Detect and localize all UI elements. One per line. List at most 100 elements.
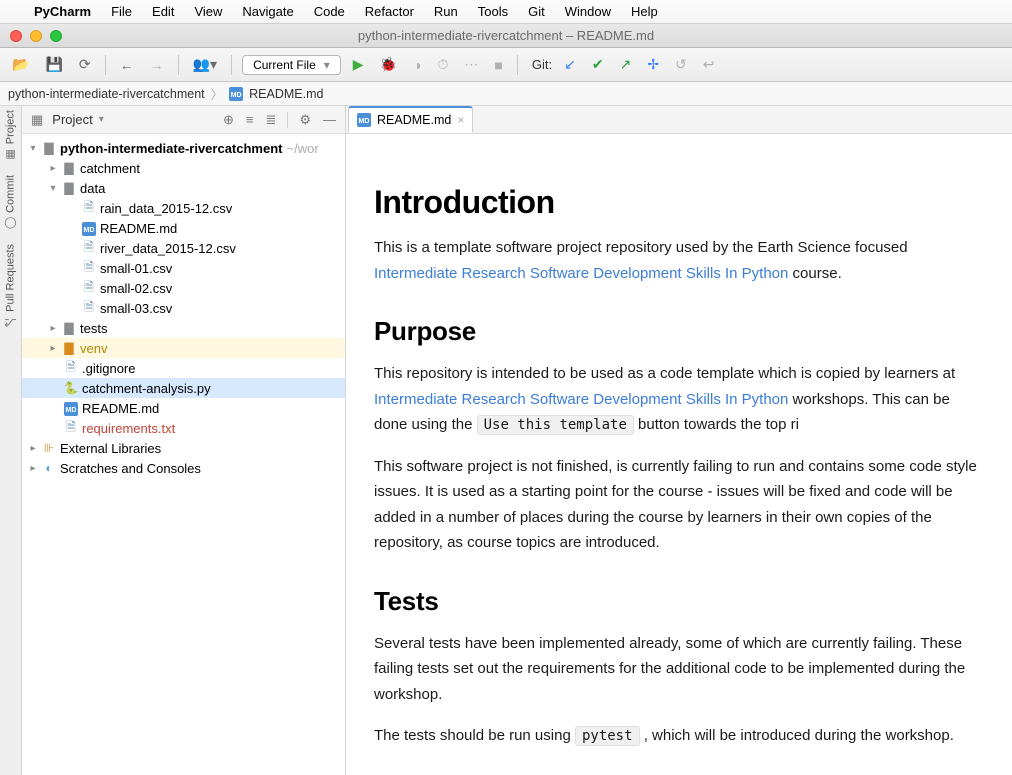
back-icon[interactable]: ←	[116, 55, 138, 75]
chevron-down-icon[interactable]: ▾	[99, 114, 104, 125]
tree-folder-tests[interactable]: ▸▇tests	[22, 318, 345, 338]
heading-tests: Tests	[374, 586, 984, 617]
debug-icon[interactable]: 🐞	[376, 54, 401, 75]
tree-file-readme[interactable]: MDREADME.md	[22, 398, 345, 418]
tree-file[interactable]: 🗎small-02.csv	[22, 278, 345, 298]
coverage-icon[interactable]: ◑	[409, 55, 425, 75]
forward-icon[interactable]: →	[146, 55, 168, 75]
chevron-down-icon[interactable]: ▾	[26, 143, 40, 154]
python-file-icon: 🐍	[62, 381, 80, 395]
collapse-all-icon[interactable]: ≣	[262, 112, 279, 128]
chevron-right-icon[interactable]: ▸	[46, 163, 60, 174]
tool-commit[interactable]: ◯Commit	[4, 175, 17, 230]
minimize-window-icon[interactable]	[30, 30, 42, 42]
file-icon: 🗎	[80, 238, 98, 259]
chevron-right-icon[interactable]: ▸	[46, 323, 60, 334]
run-with-icon[interactable]: 👥▾	[189, 54, 221, 75]
close-window-icon[interactable]	[10, 30, 22, 42]
menu-navigate[interactable]: Navigate	[242, 4, 293, 19]
folder-icon: ▇	[40, 141, 58, 155]
chevron-right-icon[interactable]: ▸	[46, 343, 60, 354]
tree-scratches[interactable]: ▸◐Scratches and Consoles	[22, 458, 345, 478]
git-push-icon[interactable]: ↗	[616, 54, 636, 75]
file-icon: 🗎	[62, 418, 80, 439]
menu-window[interactable]: Window	[565, 4, 611, 19]
run-icon[interactable]: ▶	[349, 54, 368, 75]
project-panel-title[interactable]: Project	[52, 112, 92, 127]
zoom-window-icon[interactable]	[50, 30, 62, 42]
git-label: Git:	[532, 57, 552, 72]
markdown-file-icon: MD	[80, 221, 98, 236]
file-icon: 🗎	[80, 258, 98, 279]
separator	[105, 55, 106, 75]
tool-project[interactable]: ▦Project	[4, 110, 17, 161]
tree-file-requirements[interactable]: 🗎requirements.txt	[22, 418, 345, 438]
profile-icon[interactable]: ⏱	[433, 54, 452, 75]
close-icon[interactable]: ×	[457, 113, 464, 127]
tree-file[interactable]: MDREADME.md	[22, 218, 345, 238]
menu-file[interactable]: File	[111, 4, 132, 19]
window-titlebar: python-intermediate-rivercatchment – REA…	[0, 24, 1012, 48]
tree-file[interactable]: 🗎rain_data_2015-12.csv	[22, 198, 345, 218]
locate-icon[interactable]: ⊕	[220, 112, 237, 128]
chevron-down-icon[interactable]: ▾	[46, 183, 60, 194]
menu-code[interactable]: Code	[314, 4, 345, 19]
tool-pull-requests[interactable]: ⎇Pull Requests	[4, 244, 17, 329]
more-run-icon[interactable]: ⋯	[460, 54, 482, 75]
menu-edit[interactable]: Edit	[152, 4, 174, 19]
menu-git[interactable]: Git	[528, 4, 545, 19]
git-rollback-icon[interactable]: ↺	[671, 54, 691, 75]
tree-file[interactable]: 🗎river_data_2015-12.csv	[22, 238, 345, 258]
menu-refactor[interactable]: Refactor	[365, 4, 414, 19]
tab-label: README.md	[377, 113, 451, 127]
tree-file-gitignore[interactable]: 🗎.gitignore	[22, 358, 345, 378]
menu-tools[interactable]: Tools	[478, 4, 508, 19]
git-commit-icon[interactable]: ✔	[588, 54, 608, 75]
tree-root[interactable]: ▾ ▇ python-intermediate-rivercatchment ~…	[22, 138, 345, 158]
separator	[178, 55, 179, 75]
project-view-icon: ▦	[28, 112, 46, 128]
readme-preview[interactable]: Introduction This is a template software…	[346, 134, 1012, 775]
expand-all-icon[interactable]: ≡	[243, 112, 257, 127]
project-tree[interactable]: ▾ ▇ python-intermediate-rivercatchment ~…	[22, 134, 345, 775]
tab-readme[interactable]: MD README.md ×	[348, 106, 473, 133]
run-config-label: Current File	[253, 58, 316, 72]
run-configuration-dropdown[interactable]: Current File ▾	[242, 55, 341, 75]
chevron-right-icon[interactable]: ▸	[26, 443, 40, 454]
hide-panel-icon[interactable]: —	[320, 112, 339, 127]
tree-file-analysis[interactable]: 🐍catchment-analysis.py	[22, 378, 345, 398]
paragraph: The tests should be run using pytest , w…	[374, 723, 984, 749]
markdown-file-icon: MD	[229, 87, 243, 101]
git-pull-icon[interactable]: ↙	[560, 54, 580, 75]
tree-folder-data[interactable]: ▾▇data	[22, 178, 345, 198]
gear-icon[interactable]: ⚙	[296, 112, 314, 128]
save-icon[interactable]: 💾	[41, 54, 66, 75]
tree-folder-venv[interactable]: ▸▇venv	[22, 338, 345, 358]
link-course[interactable]: Intermediate Research Software Developme…	[374, 265, 788, 282]
tree-root-label: python-intermediate-rivercatchment	[58, 141, 283, 156]
traffic-lights	[10, 30, 62, 42]
file-icon: 🗎	[62, 358, 80, 379]
menu-view[interactable]: View	[194, 4, 222, 19]
folder-icon: ▇	[60, 321, 78, 335]
menu-run[interactable]: Run	[434, 4, 458, 19]
menu-help[interactable]: Help	[631, 4, 658, 19]
git-history-icon[interactable]: ✢	[643, 54, 663, 75]
stop-icon[interactable]: ■	[490, 55, 506, 75]
breadcrumb-file[interactable]: README.md	[249, 87, 323, 101]
tree-folder-catchment[interactable]: ▸▇catchment	[22, 158, 345, 178]
file-icon: 🗎	[80, 278, 98, 299]
app-name[interactable]: PyCharm	[34, 4, 91, 19]
git-undo-icon[interactable]: ↩	[699, 54, 719, 75]
editor-tabs: MD README.md ×	[346, 106, 1012, 134]
breadcrumb-project[interactable]: python-intermediate-rivercatchment	[8, 87, 205, 101]
tree-file[interactable]: 🗎small-03.csv	[22, 298, 345, 318]
folder-icon: ▇	[60, 341, 78, 355]
open-icon[interactable]: 📂	[8, 54, 33, 75]
tree-external-libraries[interactable]: ▸⊪External Libraries	[22, 438, 345, 458]
link-course[interactable]: Intermediate Research Software Developme…	[374, 391, 788, 408]
chevron-right-icon[interactable]: ▸	[26, 463, 40, 474]
paragraph: This is a template software project repo…	[374, 235, 984, 286]
tree-file[interactable]: 🗎small-01.csv	[22, 258, 345, 278]
reload-icon[interactable]: ⟳	[75, 54, 95, 75]
